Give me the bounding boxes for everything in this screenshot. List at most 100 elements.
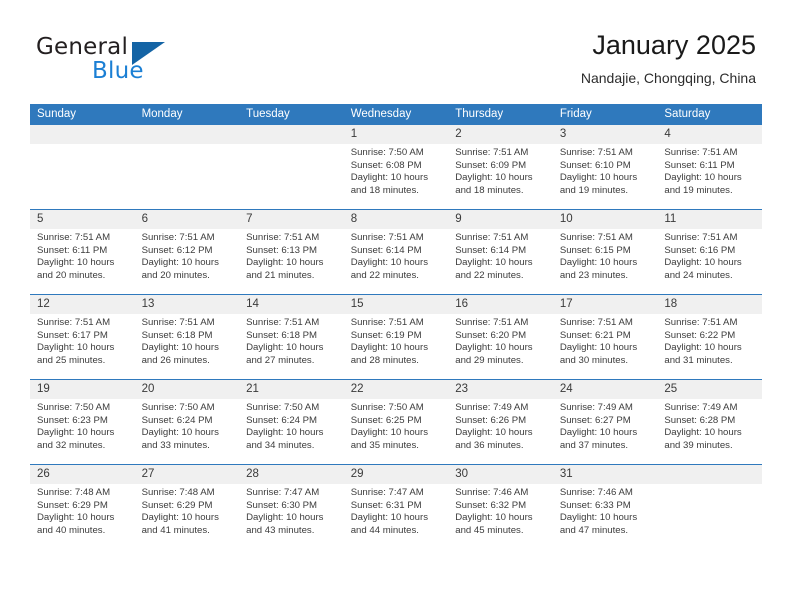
calendar-day-cell[interactable]: 15 Sunrise: 7:51 AM Sunset: 6:19 PM Dayligh… (343, 294, 449, 380)
day-detail-line: Sunset: 6:21 PM (559, 329, 631, 341)
day-number (657, 465, 762, 484)
calendar-day-cell[interactable]: 3 Sunrise: 7:51 AM Sunset: 6:10 PM Daylight… (552, 125, 658, 210)
calendar-day-cell[interactable]: 18 Sunrise: 7:51 AM Sunset: 6:22 PM Dayligh… (657, 294, 762, 380)
calendar-day-cell[interactable]: 29 Sunrise: 7:47 AM Sunset: 6:31 PM Dayligh… (343, 464, 449, 549)
day-detail-line: Daylight: 10 hours (350, 257, 429, 269)
day-detail-line: Daylight: 10 hours (350, 512, 429, 524)
weekday-header-saturday: Saturday (657, 104, 762, 125)
calendar-day-cell[interactable]: 30 Sunrise: 7:46 AM Sunset: 6:32 PM Dayligh… (448, 464, 553, 549)
day-detail-line: and 41 minutes. (141, 524, 210, 536)
day-detail-line: Sunset: 6:30 PM (246, 499, 318, 511)
calendar-week-row: 5 Sunrise: 7:51 AM Sunset: 6:11 PM Daylight… (30, 209, 762, 295)
day-number: 22 (343, 380, 449, 399)
brand-logo[interactable]: General Blue (36, 34, 266, 90)
day-number: 21 (239, 380, 344, 399)
calendar-day-cell[interactable]: 23 Sunrise: 7:49 AM Sunset: 6:26 PM Dayligh… (448, 379, 553, 465)
day-detail-line: Sunset: 6:23 PM (37, 414, 108, 426)
day-detail-line: Sunrise: 7:51 AM (664, 232, 738, 243)
calendar-day-cell[interactable]: 17 Sunrise: 7:51 AM Sunset: 6:21 PM Dayligh… (552, 294, 658, 380)
day-detail-line: Sunrise: 7:51 AM (559, 232, 633, 243)
day-detail-line: Daylight: 10 hours (246, 257, 324, 269)
day-number: 10 (552, 210, 658, 229)
day-detail-line: Sunset: 6:15 PM (559, 244, 631, 256)
calendar-day-cell[interactable]: 11 Sunrise: 7:51 AM Sunset: 6:16 PM Dayligh… (657, 209, 762, 295)
day-detail-line: Daylight: 10 hours (455, 342, 533, 354)
calendar-day-cell[interactable]: 13 Sunrise: 7:51 AM Sunset: 6:18 PM Dayligh… (134, 294, 240, 380)
calendar-day-cell[interactable]: 16 Sunrise: 7:51 AM Sunset: 6:20 PM Dayligh… (448, 294, 553, 380)
day-detail-line: Sunrise: 7:51 AM (664, 317, 738, 328)
calendar-day-cell[interactable]: 1 Sunrise: 7:50 AM Sunset: 6:08 PM Daylight… (343, 125, 449, 210)
day-detail-line: Sunset: 6:11 PM (37, 244, 108, 256)
calendar-day-cell[interactable]: 7 Sunrise: 7:51 AM Sunset: 6:13 PM Daylight… (239, 209, 344, 295)
day-number: 25 (657, 380, 762, 399)
day-detail-line: and 19 minutes. (664, 184, 733, 196)
weekday-header-thursday: Thursday (448, 104, 553, 125)
calendar-day-cell[interactable]: 2 Sunrise: 7:51 AM Sunset: 6:09 PM Daylight… (448, 125, 553, 210)
day-detail-line: Daylight: 10 hours (455, 512, 533, 524)
day-details: Sunrise: 7:50 AM Sunset: 6:08 PM Daylight:… (344, 144, 449, 197)
calendar-day-cell[interactable]: 10 Sunrise: 7:51 AM Sunset: 6:15 PM Dayligh… (552, 209, 658, 295)
day-detail-line: Sunrise: 7:50 AM (141, 402, 215, 413)
calendar-day-cell[interactable]: 21 Sunrise: 7:50 AM Sunset: 6:24 PM Dayligh… (239, 379, 344, 465)
day-number: 7 (239, 210, 344, 229)
day-detail-line: Sunset: 6:25 PM (350, 414, 422, 426)
day-detail-line: Sunset: 6:31 PM (350, 499, 422, 511)
calendar-day-cell[interactable]: 19 Sunrise: 7:50 AM Sunset: 6:23 PM Dayligh… (30, 379, 135, 465)
day-number: 11 (657, 210, 762, 229)
page-title: January 2025 (592, 30, 756, 60)
calendar-day-cell[interactable]: 14 Sunrise: 7:51 AM Sunset: 6:18 PM Dayligh… (239, 294, 344, 380)
calendar-day-cell[interactable]: 27 Sunrise: 7:48 AM Sunset: 6:29 PM Dayligh… (134, 464, 240, 549)
day-details: Sunrise: 7:47 AM Sunset: 6:31 PM Daylight:… (344, 484, 449, 537)
day-detail-line: Daylight: 10 hours (141, 257, 219, 269)
day-details: Sunrise: 7:51 AM Sunset: 6:12 PM Daylight:… (135, 229, 240, 282)
day-detail-line: Sunrise: 7:51 AM (37, 232, 111, 243)
calendar-day-cell[interactable]: 22 Sunrise: 7:50 AM Sunset: 6:25 PM Dayligh… (343, 379, 449, 465)
calendar-day-cell[interactable]: 4 Sunrise: 7:51 AM Sunset: 6:11 PM Daylight… (657, 125, 762, 210)
calendar-day-cell[interactable]: 9 Sunrise: 7:51 AM Sunset: 6:14 PM Daylight… (448, 209, 553, 295)
day-details: Sunrise: 7:48 AM Sunset: 6:29 PM Daylight:… (30, 484, 135, 537)
page-header: General Blue January 2025 Nandajie, Chon… (0, 0, 792, 100)
day-detail-line: and 29 minutes. (455, 354, 524, 366)
day-detail-line: Sunset: 6:20 PM (455, 329, 527, 341)
day-detail-line: and 32 minutes. (37, 439, 106, 451)
day-detail-line: Sunrise: 7:51 AM (455, 147, 529, 158)
day-number: 24 (552, 380, 658, 399)
day-detail-line: and 36 minutes. (455, 439, 524, 451)
day-detail-line: Sunset: 6:12 PM (141, 244, 213, 256)
day-detail-line: Sunrise: 7:49 AM (455, 402, 529, 413)
weekday-header-monday: Monday (134, 104, 240, 125)
day-detail-line: and 26 minutes. (141, 354, 210, 366)
calendar-day-cell[interactable]: 20 Sunrise: 7:50 AM Sunset: 6:24 PM Dayligh… (134, 379, 240, 465)
day-details: Sunrise: 7:51 AM Sunset: 6:16 PM Daylight:… (657, 229, 762, 282)
day-detail-line: Sunrise: 7:46 AM (559, 487, 633, 498)
day-details: Sunrise: 7:51 AM Sunset: 6:15 PM Daylight:… (553, 229, 658, 282)
day-detail-line: Sunset: 6:29 PM (37, 499, 108, 511)
calendar-day-cell[interactable]: 5 Sunrise: 7:51 AM Sunset: 6:11 PM Daylight… (30, 209, 135, 295)
day-detail-line: Sunset: 6:28 PM (664, 414, 736, 426)
day-details: Sunrise: 7:51 AM Sunset: 6:19 PM Daylight:… (344, 314, 449, 367)
calendar-day-cell[interactable]: 6 Sunrise: 7:51 AM Sunset: 6:12 PM Daylight… (134, 209, 240, 295)
calendar-day-cell[interactable]: 26 Sunrise: 7:48 AM Sunset: 6:29 PM Dayligh… (30, 464, 135, 549)
day-detail-line: Sunrise: 7:49 AM (559, 402, 633, 413)
day-detail-line: Daylight: 10 hours (141, 427, 219, 439)
day-details: Sunrise: 7:50 AM Sunset: 6:24 PM Daylight:… (135, 399, 240, 452)
day-detail-line: Sunrise: 7:51 AM (455, 232, 529, 243)
calendar-day-cell[interactable]: 28 Sunrise: 7:47 AM Sunset: 6:30 PM Dayligh… (239, 464, 344, 549)
day-detail-line: Daylight: 10 hours (664, 342, 742, 354)
day-detail-line: Sunrise: 7:47 AM (350, 487, 424, 498)
day-detail-line: and 31 minutes. (664, 354, 733, 366)
day-detail-line: Sunrise: 7:51 AM (246, 317, 320, 328)
weekday-header-wednesday: Wednesday (343, 104, 449, 125)
calendar-day-cell[interactable]: 25 Sunrise: 7:49 AM Sunset: 6:28 PM Dayligh… (657, 379, 762, 465)
day-detail-line: and 37 minutes. (559, 439, 629, 451)
day-details: Sunrise: 7:50 AM Sunset: 6:25 PM Daylight:… (344, 399, 449, 452)
calendar-day-cell[interactable]: 8 Sunrise: 7:51 AM Sunset: 6:14 PM Daylight… (343, 209, 449, 295)
day-detail-line: Sunrise: 7:47 AM (246, 487, 320, 498)
day-number: 30 (448, 465, 553, 484)
calendar-day-cell[interactable]: 31 Sunrise: 7:46 AM Sunset: 6:33 PM Dayligh… (552, 464, 658, 549)
page-subtitle: Nandajie, Chongqing, China (580, 70, 756, 86)
calendar-day-cell[interactable]: 24 Sunrise: 7:49 AM Sunset: 6:27 PM Dayligh… (552, 379, 658, 465)
day-detail-line: Sunset: 6:18 PM (246, 329, 318, 341)
calendar-day-cell[interactable]: 12 Sunrise: 7:51 AM Sunset: 6:17 PM Dayligh… (30, 294, 135, 380)
day-detail-line: Sunrise: 7:50 AM (37, 402, 111, 413)
